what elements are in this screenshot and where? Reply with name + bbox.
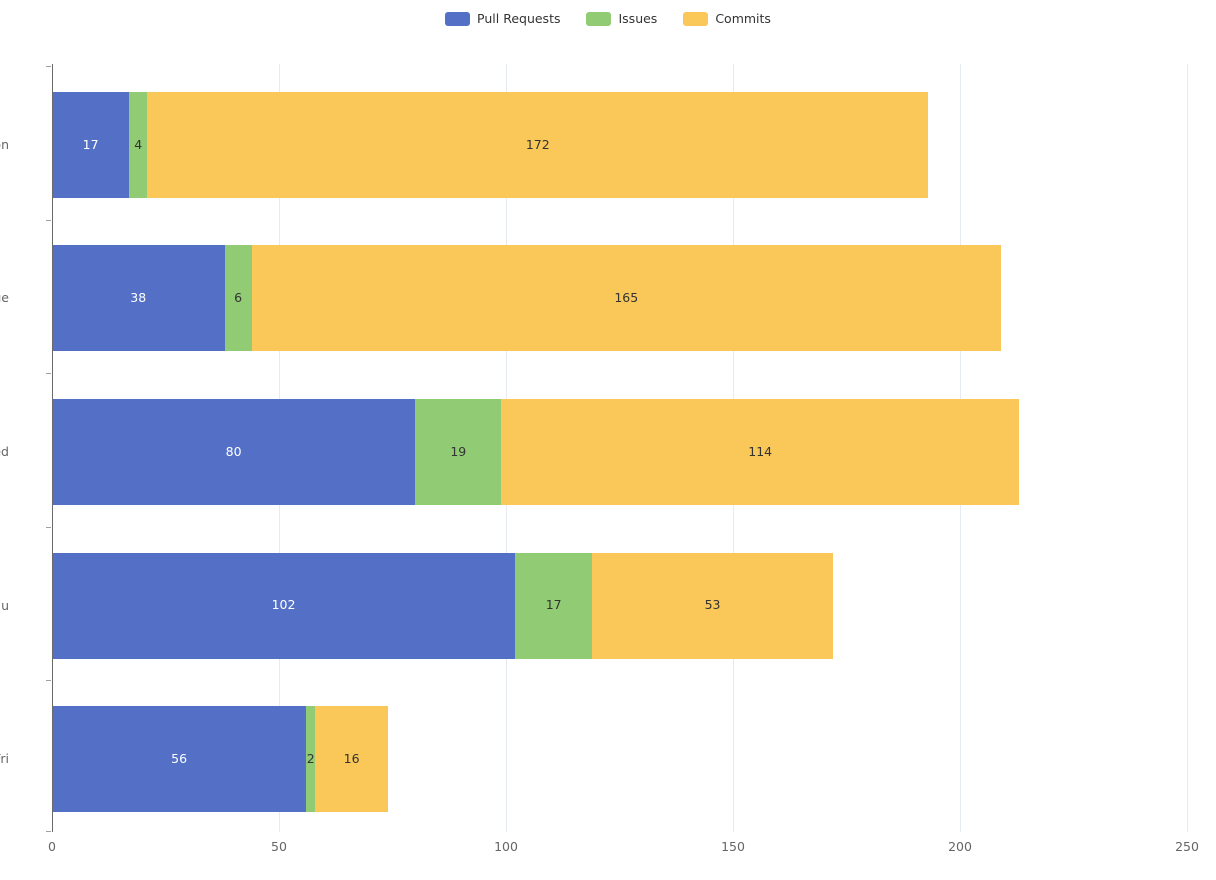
gridline-250	[1187, 64, 1188, 832]
y-axis-tick-1	[46, 220, 51, 221]
bar-segment-issues-tue[interactable]: 6	[224, 245, 252, 352]
bar-segment-pull-requests-tue[interactable]: 38	[52, 245, 225, 352]
bar-segment-pull-requests-wed[interactable]: 80	[52, 399, 416, 505]
y-axis-label-tue: Tue	[0, 290, 9, 306]
bar-value-label: 19	[450, 443, 467, 459]
y-axis-tick-0	[46, 66, 51, 67]
bar-row-thu[interactable]: 102 17 53	[52, 552, 833, 659]
chart-legend: Pull Requests Issues Commits	[0, 8, 1216, 30]
legend-item-label: Commits	[715, 10, 771, 26]
x-axis-tick-label-0: 0	[48, 839, 56, 854]
y-axis-tick-4	[46, 680, 51, 681]
x-axis-tick-label-100: 100	[494, 839, 518, 854]
bar-value-label: 53	[704, 597, 721, 613]
bar-value-label: 16	[343, 750, 360, 766]
bar-value-label: 6	[234, 290, 243, 306]
bar-segment-commits-tue[interactable]: 165	[251, 245, 1001, 352]
bar-segment-pull-requests-mon[interactable]: 17	[52, 91, 130, 198]
bar-value-label: 114	[748, 443, 773, 459]
bar-value-label: 56	[171, 750, 188, 766]
plot-area: 17 4 172 Mon 38 6 165 Tue 80 19 114 Wed 102 17 53 Thu 56…	[0, 64, 1188, 832]
legend-swatch-icon	[445, 12, 471, 26]
bar-segment-issues-mon[interactable]: 4	[129, 91, 148, 198]
bar-segment-issues-thu[interactable]: 17	[515, 552, 593, 659]
legend-item-pull-requests[interactable]: Pull Requests	[445, 12, 560, 26]
legend-swatch-icon	[683, 12, 709, 26]
y-axis-label-mon: Mon	[0, 136, 9, 152]
x-axis-tick-label-250: 250	[1175, 839, 1199, 854]
y-axis-tick-2	[46, 373, 51, 374]
bar-row-tue[interactable]: 38 6 165	[52, 245, 1001, 352]
legend-item-commits[interactable]: Commits	[683, 12, 771, 26]
legend-swatch-icon	[586, 12, 612, 26]
legend-item-label: Issues	[618, 10, 658, 26]
bar-segment-commits-mon[interactable]: 172	[147, 91, 929, 198]
x-axis-tick-label-150: 150	[721, 839, 745, 854]
y-axis-label-wed: Wed	[0, 444, 9, 459]
bar-value-label: 17	[82, 136, 99, 152]
bar-row-mon[interactable]: 17 4 172	[52, 91, 929, 198]
bar-segment-commits-wed[interactable]: 114	[501, 399, 1019, 505]
x-axis-tick-label-200: 200	[948, 839, 972, 854]
y-axis-tick-3	[46, 527, 51, 528]
y-axis-label-fri: Fri	[0, 751, 9, 767]
bar-value-label: 17	[545, 597, 562, 613]
legend-item-issues[interactable]: Issues	[586, 12, 657, 26]
bar-segment-commits-thu[interactable]: 53	[592, 552, 833, 659]
legend-item-label: Pull Requests	[477, 10, 561, 26]
bar-segment-issues-fri[interactable]: 2	[306, 706, 316, 813]
bar-value-label: 165	[614, 290, 639, 306]
bar-row-fri[interactable]: 56 2 16	[52, 706, 388, 813]
bar-segment-pull-requests-thu[interactable]: 102	[52, 552, 516, 659]
bar-segment-pull-requests-fri[interactable]: 56	[52, 706, 307, 813]
x-axis-origin-tick	[46, 831, 51, 832]
bar-value-label: 2	[306, 750, 315, 766]
bar-row-wed[interactable]: 80 19 114	[52, 399, 1019, 505]
y-axis-label-thu: Thu	[0, 597, 9, 613]
bar-value-label: 38	[130, 290, 147, 306]
bar-value-label: 102	[271, 597, 296, 613]
bar-value-label: 80	[225, 443, 242, 459]
bar-value-label: 172	[525, 136, 550, 152]
bar-segment-commits-fri[interactable]: 16	[315, 706, 388, 813]
bar-value-label: 4	[134, 136, 143, 152]
y-axis-line	[52, 64, 53, 832]
bar-segment-issues-wed[interactable]: 19	[415, 399, 502, 505]
x-axis-tick-label-50: 50	[271, 839, 287, 854]
